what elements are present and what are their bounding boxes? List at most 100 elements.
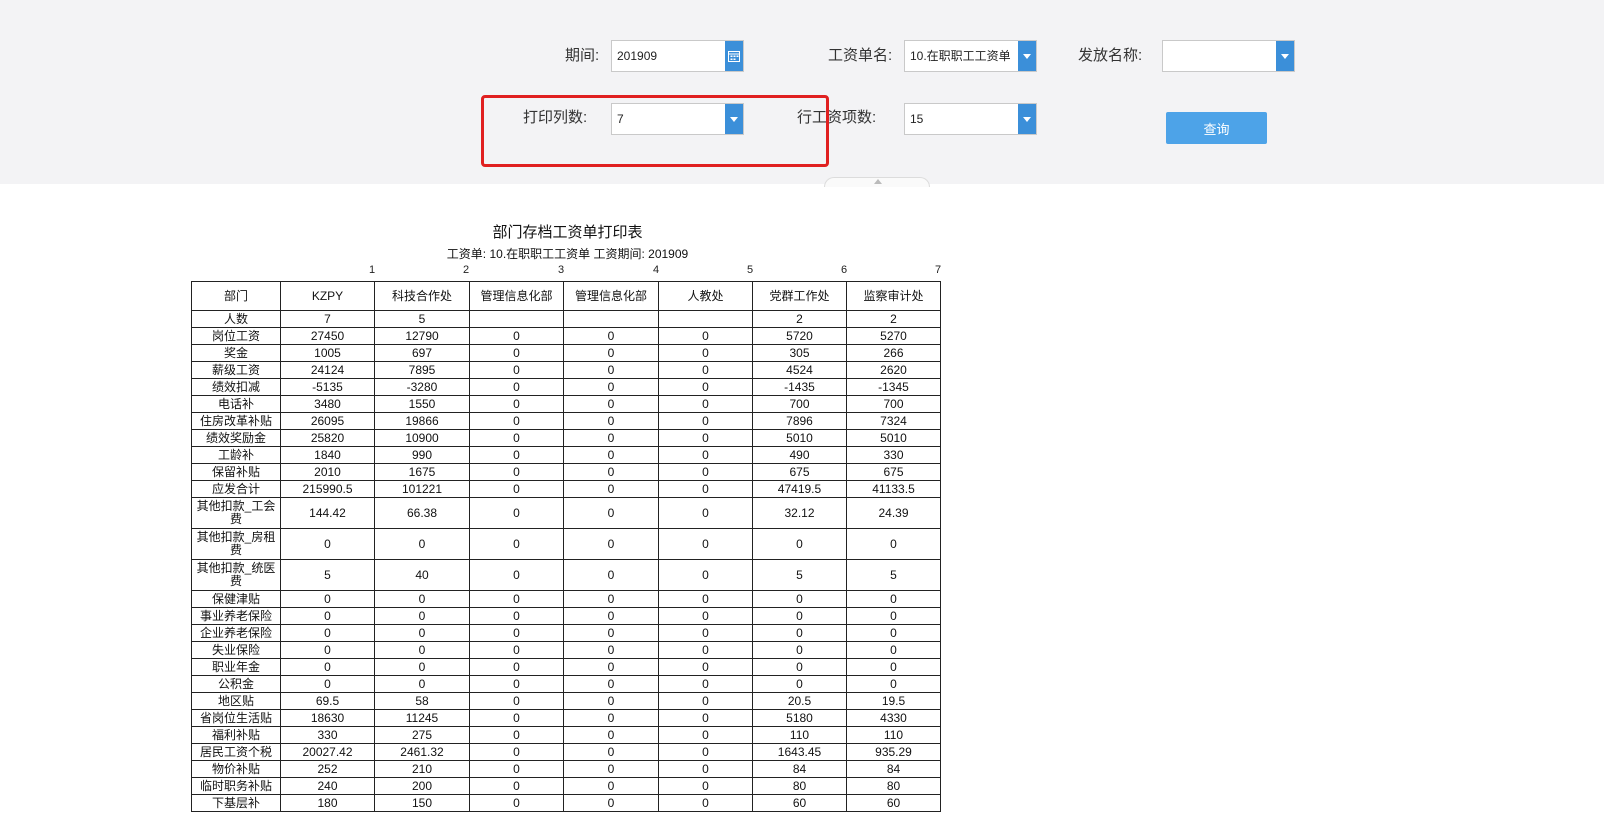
table-cell: 5 (846, 559, 941, 591)
table-cell: 0 (658, 480, 753, 498)
table-cell: 490 (752, 446, 847, 464)
row-label: 事业养老保险 (191, 607, 281, 625)
table-cell: 0 (563, 344, 659, 362)
table-cell: 1643.45 (752, 743, 847, 761)
table-cell: 12790 (374, 327, 470, 345)
table-cell: 215990.5 (280, 480, 375, 498)
table-cell: 0 (374, 624, 470, 642)
table-cell: 0 (658, 590, 753, 608)
column-number: 1 (369, 264, 376, 276)
table-cell: 0 (469, 658, 564, 676)
row-label: 人数 (191, 310, 281, 328)
table-cell: 24124 (280, 361, 375, 379)
row-label: 省岗位生活贴 (191, 709, 281, 727)
table-cell: 0 (658, 607, 753, 625)
table-cell: 305 (752, 344, 847, 362)
table-cell: 0 (658, 726, 753, 744)
table-cell: 110 (846, 726, 941, 744)
payroll-name-label: 工资单名: (828, 47, 893, 64)
chevron-down-icon[interactable] (1018, 41, 1036, 71)
table-cell: 0 (563, 709, 659, 727)
table-cell: 0 (469, 709, 564, 727)
table-cell: 700 (846, 395, 941, 413)
calendar-icon[interactable] (725, 41, 743, 71)
table-cell: 41133.5 (846, 480, 941, 498)
table-cell: 5010 (846, 429, 941, 447)
table-row: 工龄补 1840 990 0 0 0 490 330 (191, 446, 941, 464)
table-cell: 0 (469, 395, 564, 413)
table-cell: 0 (658, 777, 753, 795)
table-cell: 11245 (374, 709, 470, 727)
table-cell: 0 (374, 607, 470, 625)
row-label: 保留补贴 (191, 463, 281, 481)
payroll-name-select[interactable]: 10.在职职工工资单 (904, 40, 1037, 72)
table-cell: 60 (752, 794, 847, 812)
table-cell: 0 (563, 412, 659, 430)
table-cell: 0 (658, 395, 753, 413)
period-label: 期间: (565, 47, 600, 64)
table-cell: 20.5 (752, 692, 847, 710)
table-cell: 0 (563, 446, 659, 464)
table-cell: 990 (374, 446, 470, 464)
table-cell: 0 (469, 726, 564, 744)
period-input[interactable]: 201909 (611, 40, 744, 72)
table-row: 物价补贴 252 210 0 0 0 84 84 (191, 760, 941, 778)
table-row: 其他扣款_房租费 0 0 0 0 0 0 0 (191, 528, 941, 560)
column-header: 科技合作处 (374, 281, 470, 311)
table-cell: 0 (563, 590, 659, 608)
table-cell: 19.5 (846, 692, 941, 710)
table-cell: 0 (469, 760, 564, 778)
issue-name-select[interactable] (1162, 40, 1295, 72)
chevron-down-icon[interactable] (1018, 104, 1036, 134)
table-cell: 0 (752, 641, 847, 659)
row-label: 企业养老保险 (191, 624, 281, 642)
table-cell: 0 (563, 743, 659, 761)
table-cell (658, 310, 753, 328)
table-cell (469, 310, 564, 328)
table-cell: 0 (846, 590, 941, 608)
table-cell: 0 (469, 641, 564, 659)
collapse-handle[interactable] (824, 177, 930, 187)
table-cell: 0 (563, 497, 659, 529)
table-cell: 0 (658, 361, 753, 379)
table-cell: 0 (563, 429, 659, 447)
table-cell: 0 (469, 412, 564, 430)
column-header: KZPY (280, 281, 375, 311)
table-cell: 0 (469, 559, 564, 591)
table-cell: -5135 (280, 378, 375, 396)
table-cell: 5 (280, 559, 375, 591)
table-cell: 27450 (280, 327, 375, 345)
table-cell: 0 (563, 624, 659, 642)
table-cell: 0 (658, 760, 753, 778)
chevron-up-icon (874, 179, 882, 184)
table-cell: 18630 (280, 709, 375, 727)
column-header: 管理信息化部 (563, 281, 659, 311)
table-cell: 0 (563, 607, 659, 625)
chevron-down-icon[interactable] (1276, 41, 1294, 71)
table-cell: 80 (752, 777, 847, 795)
table-cell: 0 (469, 344, 564, 362)
table-cell: 84 (846, 760, 941, 778)
query-button[interactable]: 查询 (1166, 112, 1267, 144)
table-cell: 0 (374, 590, 470, 608)
row-label: 工龄补 (191, 446, 281, 464)
table-cell: 0 (658, 429, 753, 447)
row-label: 绩效扣减 (191, 378, 281, 396)
table-cell: 0 (563, 794, 659, 812)
table-cell: 110 (752, 726, 847, 744)
table-cell: 7895 (374, 361, 470, 379)
row-label: 失业保险 (191, 641, 281, 659)
row-label: 居民工资个税 (191, 743, 281, 761)
table-cell: 144.42 (280, 497, 375, 529)
table-cell: 66.38 (374, 497, 470, 529)
table-cell: 0 (563, 327, 659, 345)
table-cell: 0 (469, 692, 564, 710)
table-row: 下基层补 180 150 0 0 0 60 60 (191, 794, 941, 812)
table-cell: 0 (374, 528, 470, 560)
row-items-select[interactable]: 15 (904, 103, 1037, 135)
table-cell: 0 (752, 675, 847, 693)
table-cell: 2 (846, 310, 941, 328)
table-cell: 7896 (752, 412, 847, 430)
table-cell: 0 (469, 378, 564, 396)
table-cell: 0 (846, 607, 941, 625)
